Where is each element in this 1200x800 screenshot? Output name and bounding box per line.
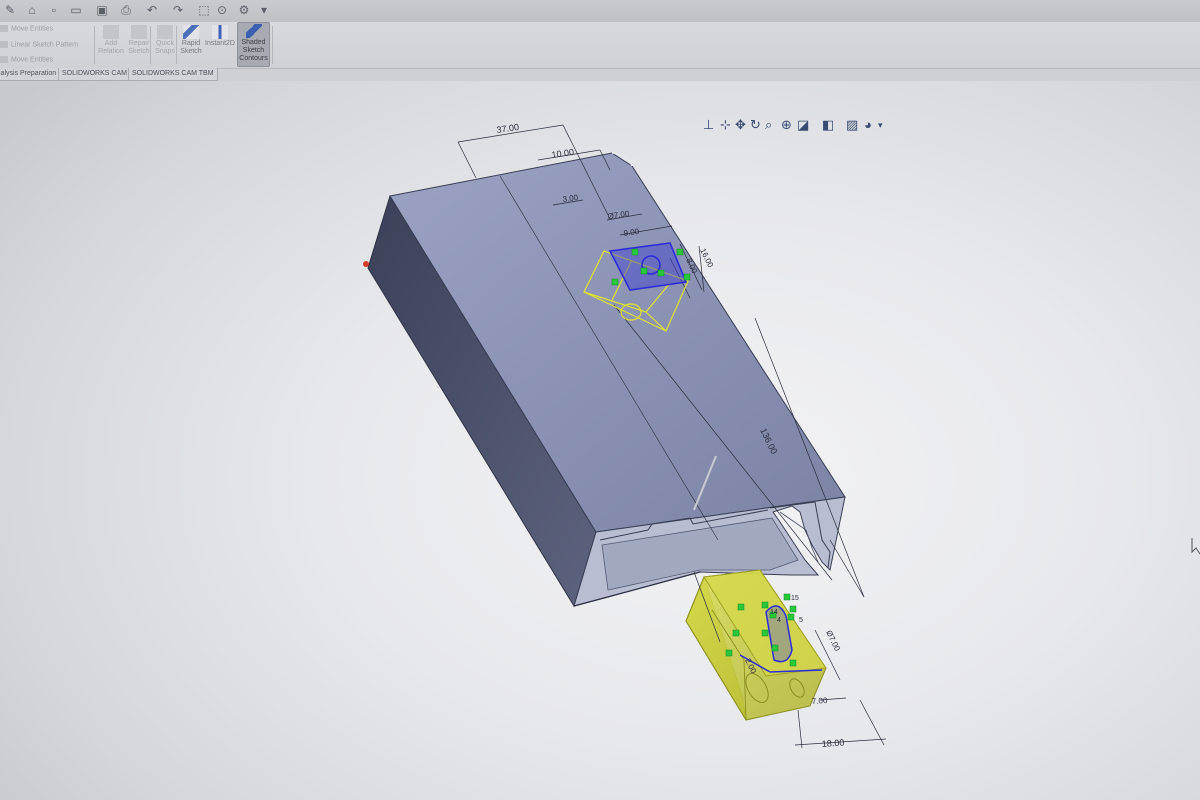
shaded-sketch-contours-icon <box>245 24 262 38</box>
select-icon[interactable]: ⬚ <box>194 3 214 18</box>
dim-18[interactable]: 18.00 <box>821 737 844 749</box>
add-relation-button[interactable]: Add Relation <box>96 24 126 68</box>
rapid-sketch-button[interactable]: Rapid Sketch <box>176 24 206 68</box>
dim-4[interactable]: 4 <box>777 617 781 624</box>
dim-16[interactable]: 16.00 <box>698 247 715 269</box>
move-entities-button[interactable]: Move Entities <box>0 25 53 32</box>
chevron-down-icon[interactable]: ▾ <box>258 3 270 18</box>
rapid-sketch-icon <box>183 25 199 39</box>
instant2d-button[interactable]: Instant2D <box>204 24 236 68</box>
quick-access-toolbar: ✎ ⌂ ▫ ▭ ▣ ⎙ ↶ ↷ ⬚ ⊙ ⚙ ▾ <box>0 0 1200 23</box>
shaded-sketch-contours-button[interactable]: Shaded Sketch Contours <box>237 22 270 67</box>
new-icon[interactable]: ▫ <box>44 3 64 18</box>
tab-solidworks-cam-tbm[interactable]: SOLIDWORKS CAM TBM <box>128 68 218 81</box>
undo-icon[interactable]: ↶ <box>142 3 162 18</box>
options-icon[interactable]: ⚙ <box>234 3 254 18</box>
add-relation-icon <box>103 25 119 39</box>
graphics-area[interactable]: ⊥ ⊹ ✥ ↻ ⌕ ⊕ ◪ ◧ ▨ ◕ ▾ 37.00 10.00 3.00 Ø… <box>0 81 1200 800</box>
print-icon[interactable]: ⎙ <box>116 3 136 18</box>
command-manager-ribbon: Move Entities Linear Sketch Pattern Move… <box>0 22 1200 69</box>
linear-pattern-icon <box>0 41 8 48</box>
dim-15[interactable]: 15 <box>791 595 799 602</box>
home-icon[interactable]: ⌂ <box>22 3 42 18</box>
move-entities-icon <box>0 25 8 32</box>
ribbon-divider <box>272 26 273 64</box>
save-icon[interactable]: ▣ <box>92 3 112 18</box>
redo-icon[interactable]: ↷ <box>168 3 188 18</box>
move-entities-secondary-button[interactable]: Move Entities <box>0 56 53 63</box>
instant2d-icon <box>212 25 228 39</box>
pin-icon[interactable]: ✎ <box>0 3 20 18</box>
origin-marker[interactable] <box>363 261 369 267</box>
open-icon[interactable]: ▭ <box>66 3 86 18</box>
dim-5[interactable]: 5 <box>799 617 803 624</box>
dim-10[interactable]: 10.00 <box>551 147 575 160</box>
rebuild-icon[interactable]: ⊙ <box>212 3 232 18</box>
linear-sketch-pattern-button[interactable]: Linear Sketch Pattern <box>0 41 78 48</box>
ribbon-divider <box>94 26 95 64</box>
quick-snaps-icon <box>157 25 173 39</box>
solidworks-window: ✎ ⌂ ▫ ▭ ▣ ⎙ ↶ ↷ ⬚ ⊙ ⚙ ▾ Move Entities Li… <box>0 0 1200 800</box>
cad-model[interactable]: 37.00 10.00 3.00 Ø7.00 9.00 16.00 8.00 1… <box>0 81 1200 800</box>
mouse-cursor <box>1191 538 1200 555</box>
tab-solidworks-cam[interactable]: SOLIDWORKS CAM <box>58 68 131 81</box>
dim-7[interactable]: 7.00 <box>812 696 829 706</box>
repair-sketch-icon <box>131 25 147 39</box>
dim-dia7-bottom[interactable]: Ø7.00 <box>824 629 842 653</box>
tab-analysis-preparation[interactable]: Analysis Preparation <box>0 68 61 81</box>
dim-14[interactable]: 14 <box>770 609 778 616</box>
move-entities-icon <box>0 56 8 63</box>
dim-37[interactable]: 37.00 <box>496 122 520 135</box>
